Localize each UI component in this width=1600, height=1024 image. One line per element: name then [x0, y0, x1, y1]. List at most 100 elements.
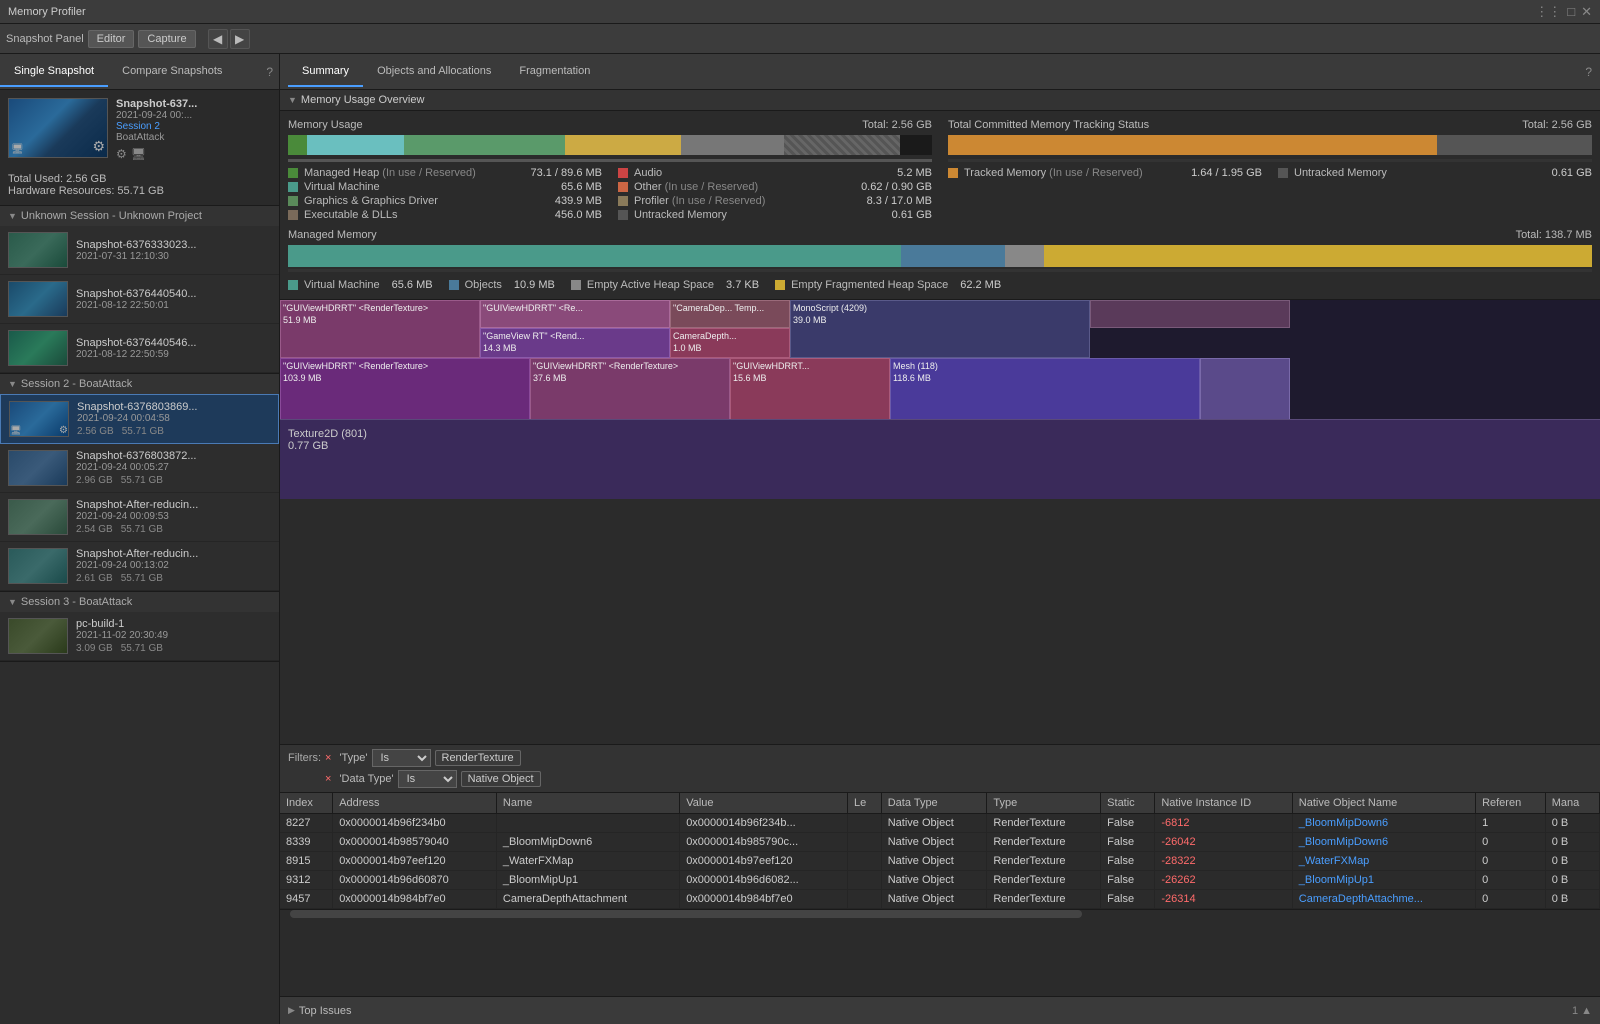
table-row[interactable]: 9457 0x0000014b984bf7e0 CameraDepthAttac…	[280, 890, 1600, 909]
snapshot-item-6376333023[interactable]: Snapshot-6376333023... 2021-07-31 12:10:…	[0, 226, 279, 275]
tab-objects-allocations[interactable]: Objects and Allocations	[363, 57, 505, 87]
title-bar-maximize[interactable]: □	[1567, 4, 1575, 20]
snapshot-list[interactable]: Unknown Session - Unknown Project Snapsh…	[0, 206, 279, 1024]
featured-snapshot-date: 2021-09-24 00:...	[116, 110, 271, 121]
top-issues-header[interactable]: Top Issues	[288, 1005, 352, 1017]
col-datatype: Data Type	[881, 793, 987, 814]
filter-value-2: Native Object	[461, 771, 541, 787]
legend-graphics: Graphics & Graphics Driver 439.9 MB	[288, 195, 602, 207]
main-layout: Single Snapshot Compare Snapshots ? ⚙ 🖥 …	[0, 54, 1600, 1024]
content-area[interactable]: Memory Usage Overview Memory Usage Total…	[280, 90, 1600, 744]
snapshot-info-6376440546: Snapshot-6376440546... 2021-08-12 22:50:…	[76, 337, 271, 360]
memory-row: Memory Usage Total: 2.56 GB	[288, 119, 1592, 221]
tab-help-icon[interactable]: ?	[266, 65, 273, 79]
tab-single-snapshot[interactable]: Single Snapshot	[0, 57, 108, 87]
legend-audio: Audio 5.2 MB	[618, 167, 932, 179]
tab-summary[interactable]: Summary	[288, 57, 363, 87]
empty-active-bar	[1005, 245, 1044, 267]
filter-x-2[interactable]: ×	[325, 773, 331, 785]
snapshot-thumb-6376333023	[8, 232, 68, 268]
snapshot-thumb-6376803872	[8, 450, 68, 486]
snapshot-thumb-after-2	[8, 548, 68, 584]
legend-empty-frag: Empty Fragmented Heap Space 62.2 MB	[775, 279, 1001, 291]
snapshot-size2-6376803872: 55.71 GB	[121, 475, 163, 486]
other-bar	[565, 135, 681, 155]
legend-tracked: Tracked Memory (In use / Reserved) 1.64 …	[948, 167, 1262, 179]
total-committed-bar	[948, 135, 1592, 155]
table-body: 8227 0x0000014b96f234b0 0x0000014b96f234…	[280, 814, 1600, 909]
snapshot-item-after-1[interactable]: Snapshot-After-reducin... 2021-09-24 00:…	[0, 493, 279, 542]
managed-memory-bar	[288, 245, 1592, 267]
snapshot-item-pc-build[interactable]: pc-build-1 2021-11-02 20:30:49 3.09 GB 5…	[0, 612, 279, 661]
snapshot-sizes-6376803869: 2.56 GB 55.71 GB	[77, 426, 270, 437]
snapshot-gear-icon-active: ⚙	[59, 425, 68, 436]
snapshot-item-6376440540[interactable]: Snapshot-6376440540... 2021-08-12 22:50:…	[0, 275, 279, 324]
snapshot-info-after-2: Snapshot-After-reducin... 2021-09-24 00:…	[76, 548, 271, 584]
vm-managed-bar	[288, 245, 901, 267]
legend-empty-active: Empty Active Heap Space 3.7 KB	[571, 279, 759, 291]
managed-heap-bar	[288, 135, 307, 155]
texture-block-5	[1090, 300, 1290, 328]
title-bar-controls[interactable]: ⋮⋮ □ ✕	[1535, 4, 1592, 20]
table-header: Index Address Name Value Le Data Type Ty…	[280, 793, 1600, 814]
featured-snapshot-monitor-icon: 🖥	[11, 144, 24, 155]
tab-fragmentation[interactable]: Fragmentation	[505, 57, 604, 87]
featured-snapshot-icons: ⚙ 🖥	[116, 147, 271, 161]
memory-overview-header: Memory Usage Overview	[280, 90, 1600, 111]
snapshot-info-pc-build: pc-build-1 2021-11-02 20:30:49 3.09 GB 5…	[76, 618, 271, 654]
featured-snapshot-thumb: ⚙ 🖥 Snapshot-637... 2021-09-24 00:... Se…	[0, 90, 279, 169]
snapshot-date-6376333023: 2021-07-31 12:10:30	[76, 251, 271, 262]
featured-snapshot-project: BoatAttack	[116, 132, 271, 143]
featured-snapshot-stats: Total Used: 2.56 GB Hardware Resources: …	[0, 169, 279, 205]
filter-op-1[interactable]: Is Is Not	[372, 749, 431, 767]
snapshot-item-6376803872[interactable]: Snapshot-6376803872... 2021-09-24 00:05:…	[0, 444, 279, 493]
snapshot-monitor-icon-active: 🖥	[10, 425, 21, 436]
snapshot-size1-6376803872: 2.96 GB	[76, 475, 113, 486]
snapshot-sizes-pc-build: 3.09 GB 55.71 GB	[76, 643, 271, 654]
filter-x-1[interactable]: ×	[325, 752, 331, 764]
legend-dot-tracked	[948, 168, 958, 178]
filter-row-1: Filters: × 'Type' Is Is Not RenderTextur…	[288, 749, 1592, 767]
data-table[interactable]: Index Address Name Value Le Data Type Ty…	[280, 793, 1600, 996]
snapshot-item-6376803869[interactable]: ⚙ 🖥 Snapshot-6376803869... 2021-09-24 00…	[0, 394, 279, 444]
total-committed-col: Total Committed Memory Tracking Status T…	[948, 119, 1592, 221]
snapshot-sizes-6376803872: 2.96 GB 55.71 GB	[76, 475, 271, 486]
untracked-memory-bar	[1437, 135, 1592, 155]
nav-back-button[interactable]: ◀	[208, 29, 228, 49]
table-row[interactable]: 8339 0x0000014b98579040 _BloomMipDown6 0…	[280, 833, 1600, 852]
snapshot-date-6376440540: 2021-08-12 22:50:01	[76, 300, 271, 311]
col-static: Static	[1101, 793, 1155, 814]
featured-snapshot-name: Snapshot-637...	[116, 98, 271, 110]
table-row[interactable]: 8227 0x0000014b96f234b0 0x0000014b96f234…	[280, 814, 1600, 833]
nav-forward-button[interactable]: ▶	[230, 29, 250, 49]
table-row[interactable]: 9312 0x0000014b96d60870 _BloomMipUp1 0x0…	[280, 871, 1600, 890]
title-bar-close[interactable]: ✕	[1581, 4, 1592, 20]
legend-profiler: Profiler (In use / Reserved) 8.3 / 17.0 …	[618, 195, 932, 207]
editor-button[interactable]: Editor	[88, 30, 135, 48]
featured-snapshot-info: Snapshot-637... 2021-09-24 00:... Sessio…	[116, 98, 271, 161]
title-bar-menu[interactable]: ⋮⋮	[1535, 4, 1561, 20]
texture-block-1: "GUIViewHDRRT" <Re...	[480, 300, 670, 328]
snapshot-item-6376440546[interactable]: Snapshot-6376440546... 2021-08-12 22:50:…	[0, 324, 279, 373]
table-row[interactable]: 8915 0x0000014b97eef120 _WaterFXMap 0x00…	[280, 852, 1600, 871]
filter-op-2[interactable]: Is Is Not	[398, 770, 457, 788]
snapshot-name-6376440546: Snapshot-6376440546...	[76, 337, 271, 349]
managed-memory-section: Managed Memory Total: 138.7 MB	[288, 229, 1592, 291]
untracked-bar1	[681, 135, 784, 155]
tab-compare-snapshots[interactable]: Compare Snapshots	[108, 57, 236, 87]
col-type: Type	[987, 793, 1101, 814]
snapshot-sizes-after-1: 2.54 GB 55.71 GB	[76, 524, 271, 535]
snapshot-item-after-2[interactable]: Snapshot-After-reducin... 2021-09-24 00:…	[0, 542, 279, 591]
snapshot-date-6376440546: 2021-08-12 22:50:59	[76, 349, 271, 360]
table-scrollbar[interactable]	[280, 909, 1600, 917]
snapshot-name-after-1: Snapshot-After-reducin...	[76, 499, 271, 511]
legend-dot-untracked	[618, 210, 628, 220]
texture-block-mesh: Mesh (118) 118.6 MB	[890, 358, 1200, 419]
content-tab-help-icon[interactable]: ?	[1585, 65, 1592, 79]
memory-usage-legend: Managed Heap (In use / Reserved) 73.1 / …	[288, 167, 932, 221]
memory-overview-section: Memory Usage Total: 2.56 GB	[280, 111, 1600, 299]
snapshot-date-after-2: 2021-09-24 00:13:02	[76, 560, 271, 571]
content-tabs: Summary Objects and Allocations Fragment…	[280, 54, 1600, 90]
legend-dot-vm	[288, 182, 298, 192]
capture-button[interactable]: Capture	[138, 30, 195, 48]
